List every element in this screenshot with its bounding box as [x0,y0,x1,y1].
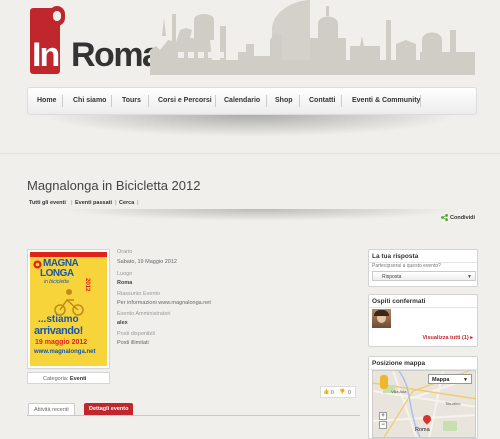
admin-label: Evento Amministratori [117,311,171,317]
votes-down-count: 0 [348,390,351,396]
nav-shop[interactable]: Shop [275,97,293,104]
event-image[interactable]: MAGNA LONGA in bicicletta 2012 ...stiamo… [27,249,110,369]
vote-box: 👍 0 👎 0 [320,386,356,398]
time-label: Orario [117,249,133,255]
guests-title: Ospiti confermati [369,295,477,308]
map-label-place1: Villa Ada [391,389,407,394]
main-nav: Home Chi siamo Tours Corsi e Percorsi Ca… [27,87,477,115]
poster-url: www.magnalonga.net [34,349,96,355]
seats-label: Posti disponibili [117,331,155,337]
location-map[interactable]: + − Mappa ▼ Villa Ada Tiburtino Roma [372,370,476,438]
map-type-value: Mappa [432,377,450,383]
share-label: Condividi [450,214,476,221]
category-label: Categoria: [43,376,69,382]
event-poster: MAGNA LONGA in bicicletta 2012 ...stiamo… [30,252,107,366]
subnav-all-events[interactable]: Tutti gli eventi [29,200,66,206]
subnav-search[interactable]: Cerca [119,200,134,206]
page-title: Magnalonga in Bicicletta 2012 [27,178,201,193]
logo-name[interactable]: Roma [71,36,161,75]
map-label-place2: Tiburtino [445,401,461,406]
cyclist-illustration-icon [54,289,84,316]
map-type-select[interactable]: Mappa ▼ [428,374,472,384]
rome-skyline-icon [150,0,475,75]
map-label-city: Roma [415,427,430,433]
view-all-guests-link[interactable]: Visualizza tutti (1) ▸ [422,335,473,341]
rsvp-title: La tua risposta [369,250,477,263]
summary-value: Per informazioni www.magnalonga.net [117,300,211,306]
time-value: Sabato, 19 Maggio 2012 [117,259,177,265]
rsvp-box: La tua risposta Partecipserai a questo e… [368,249,478,287]
nav-tours[interactable]: Tours [122,97,141,104]
chevron-down-icon: ▼ [467,274,472,280]
map-title: Posizione mappa [369,357,477,370]
guest-avatar[interactable] [372,309,391,328]
logo-prefix[interactable]: In [32,36,60,75]
chevron-down-icon: ▼ [463,377,468,383]
thumbs-up-icon[interactable]: 👍 [323,389,329,395]
subnav-past-events[interactable]: Eventi passati [75,200,112,206]
poster-tag1: ...stiamo [38,314,79,325]
category-link[interactable]: Eventi [70,376,87,382]
map-box: Posizione mappa + − Mappa ▼ Villa Ada Ti… [368,356,478,439]
street-view-icon[interactable] [380,375,388,389]
seats-value: Posti illimitati [117,340,149,346]
nav-chi-siamo[interactable]: Chi siamo [73,97,106,104]
thumbs-down-icon[interactable]: 👎 [339,389,345,395]
nav-calendario[interactable]: Calendario [224,97,260,104]
nav-home[interactable]: Home [37,97,56,104]
rsvp-select[interactable]: Risposta ▼ [372,271,476,281]
nav-contatti[interactable]: Contatti [309,97,335,104]
poster-date: 19 maggio 2012 [35,339,88,346]
share-button[interactable]: Condividi [441,214,475,221]
nav-corsi[interactable]: Corsi e Percorsi [158,97,212,104]
site-header: In Roma [0,0,500,82]
share-icon [441,214,448,221]
zoom-out-button[interactable]: − [379,421,387,429]
zoom-in-button[interactable]: + [379,412,387,420]
nav-eventi-community[interactable]: Eventi & Community [352,97,420,104]
admin-value[interactable]: alex [117,320,128,326]
rsvp-select-value: Risposta [382,274,402,280]
poster-tag2: arrivando! [34,325,83,337]
place-value: Roma [117,280,133,286]
summary-label: Riassunto Evento [117,291,161,297]
poster-line2: LONGA [40,268,74,279]
votes-up-count: 0 [331,390,334,396]
category-box: Categoria: Eventi [27,372,110,384]
guests-box: Ospiti confermati Visualizza tutti (1) ▸ [368,294,478,347]
place-label: Luogo [117,271,133,277]
rsvp-question: Partecipserai a questo evento? [372,263,441,269]
poster-line3: in bicicletta [44,279,69,285]
